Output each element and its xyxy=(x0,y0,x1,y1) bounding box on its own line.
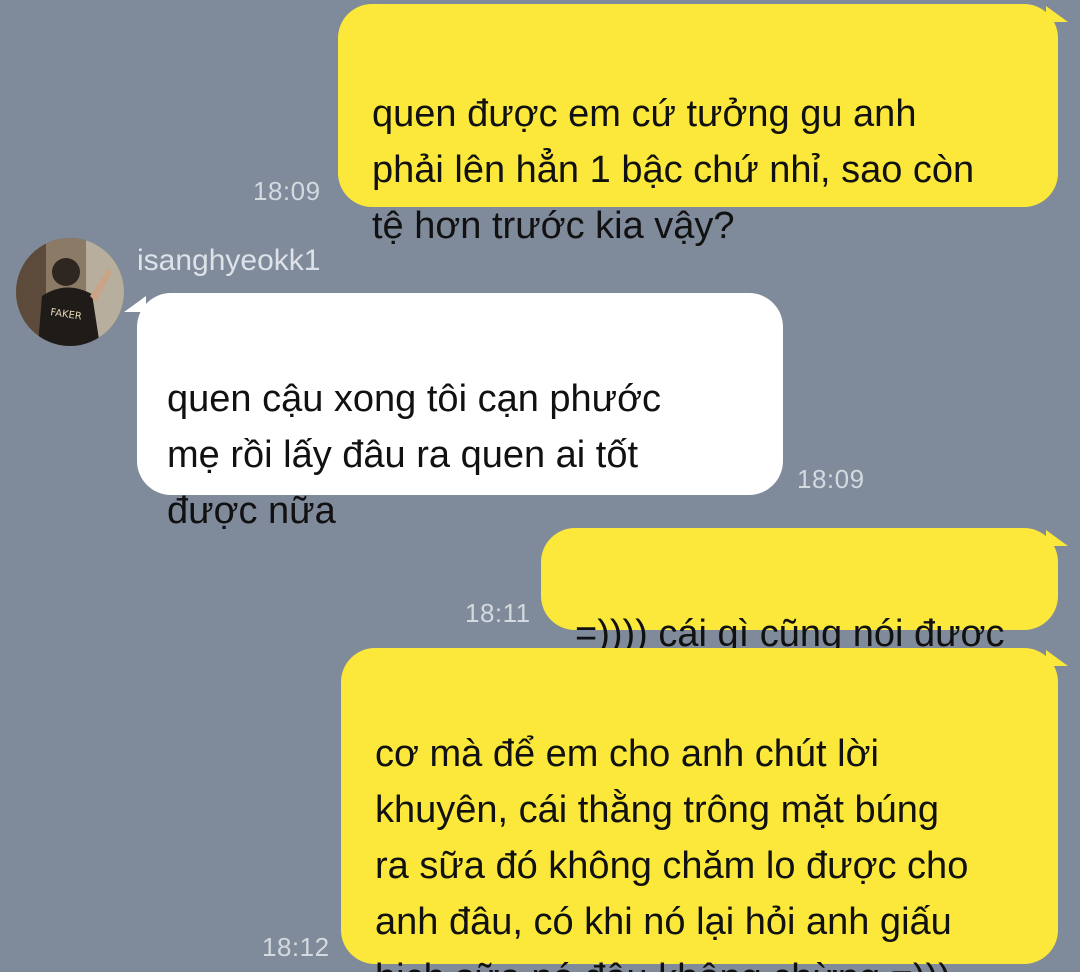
avatar-photo: FAKER xyxy=(16,238,124,346)
bubble-tail xyxy=(1046,650,1068,666)
bubble-tail xyxy=(1046,6,1068,22)
incoming-message-bubble[interactable]: quen cậu xong tôi cạn phước mẹ rồi lấy đ… xyxy=(137,293,783,532)
message-text: quen cậu xong tôi cạn phước mẹ rồi lấy đ… xyxy=(167,378,662,532)
message-timestamp: 18:09 xyxy=(797,464,865,494)
contact-avatar[interactable]: FAKER xyxy=(16,238,124,346)
outgoing-message-bubble[interactable]: cơ mà để em cho anh chút lời khuyên, cái… xyxy=(341,648,1058,972)
message-timestamp: 18:11 xyxy=(465,598,531,628)
chat-screen: 18:09 quen được em cứ tưởng gu anh phải … xyxy=(0,0,1080,972)
message-text: quen được em cứ tưởng gu anh phải lên hẳ… xyxy=(372,93,975,247)
outgoing-message-bubble[interactable]: quen được em cứ tưởng gu anh phải lên hẳ… xyxy=(338,4,1058,247)
contact-name[interactable]: isanghyeokk1 xyxy=(137,244,320,278)
message-text: cơ mà để em cho anh chút lời khuyên, cái… xyxy=(375,733,969,972)
outgoing-message-bubble[interactable]: =)))) cái gì cũng nói được xyxy=(541,528,1058,655)
message-timestamp: 18:09 xyxy=(253,176,321,206)
message-timestamp: 18:12 xyxy=(262,932,330,962)
bubble-tail xyxy=(1046,530,1068,546)
